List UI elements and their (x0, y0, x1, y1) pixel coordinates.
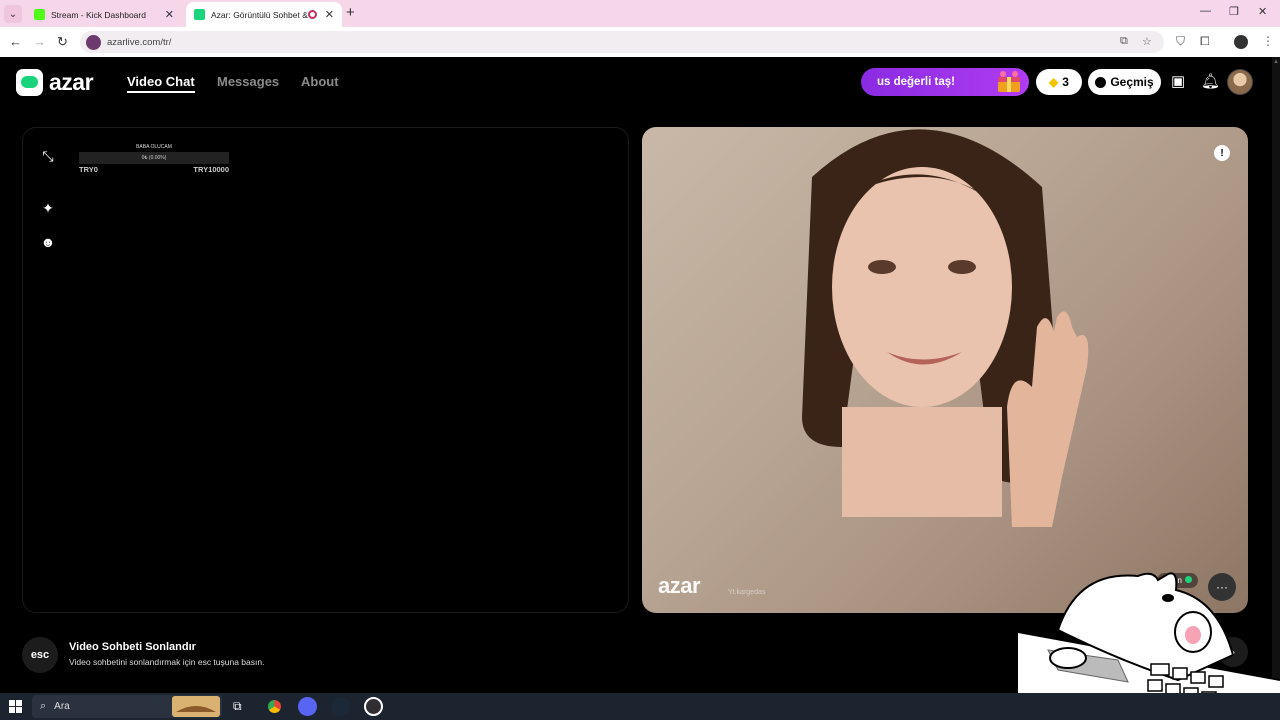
browser-toolbar: ← → ↻ azarlive.com/tr/ ⧉ ☆ ⛉ ⧠ ⋮ (0, 27, 1280, 57)
site-info-icon[interactable] (86, 34, 101, 50)
end-chat-description: Video sohbetini sonlandırmak için esc tu… (69, 657, 265, 667)
watermark-subtext: Yt.kargedas (728, 589, 766, 596)
user-avatar[interactable] (1227, 69, 1253, 95)
install-app-icon[interactable]: ⧉ (1120, 35, 1128, 48)
close-tab-icon[interactable]: ✕ (165, 8, 174, 21)
steam-taskbar-icon[interactable] (331, 697, 350, 716)
azar-logo[interactable]: azar (16, 69, 94, 96)
azar-logo-icon (16, 69, 43, 96)
nav-video-chat[interactable]: Video Chat (127, 74, 195, 93)
peer-video-panel: ! azar Yt.kargedas aşkın ··· (642, 127, 1248, 613)
goal-range: TRY0 TRY10000 (79, 165, 229, 174)
windows-start-icon[interactable] (9, 700, 22, 713)
gem-balance-button[interactable]: ◆ 3 (1036, 69, 1082, 95)
back-icon[interactable]: ← (9, 34, 22, 49)
face-filter-icon[interactable]: ☻ (39, 233, 57, 251)
chrome-taskbar-icon[interactable] (265, 697, 284, 716)
azar-favicon-icon (194, 9, 205, 20)
nav-about[interactable]: About (301, 74, 339, 89)
discord-taskbar-icon[interactable] (298, 697, 317, 716)
promo-text: us değerli taş! (877, 76, 955, 88)
windows-taskbar: ⌕ Ara ⧉ (0, 693, 1280, 720)
minimize-video-icon[interactable]: ⤡ (39, 147, 57, 165)
search-highlight-image (172, 696, 220, 717)
magic-wand-icon[interactable]: ✦ (39, 199, 57, 217)
history-label: Geçmiş (1110, 75, 1154, 89)
esc-key-badge[interactable]: esc (22, 637, 58, 673)
taskbar-search-input[interactable]: ⌕ Ara (32, 695, 222, 718)
more-menu-icon[interactable]: ⋮ (1262, 34, 1274, 48)
end-chat-title: Video Sohbeti Sonlandır (69, 641, 196, 653)
profile-avatar-icon[interactable] (1234, 35, 1248, 49)
task-view-icon[interactable]: ⧉ (233, 699, 242, 714)
goal-min: TRY0 (79, 165, 98, 174)
obs-taskbar-icon[interactable] (364, 697, 383, 716)
close-tab-icon[interactable]: ✕ (325, 8, 334, 21)
browser-tab-bar: ⌄ Stream - Kick Dashboard ✕ Azar: Görünt… (0, 0, 1280, 27)
bookmark-star-icon[interactable]: ☆ (1142, 35, 1152, 48)
tab-kick-dashboard[interactable]: Stream - Kick Dashboard ✕ (26, 2, 182, 27)
gem-icon: ◆ (1049, 75, 1059, 89)
url-text: azarlive.com/tr/ (107, 36, 172, 48)
nav-messages[interactable]: Messages (217, 74, 279, 89)
goal-title: BABA OLUCAM (136, 144, 172, 150)
gem-promo-banner[interactable]: us değerli taş! (861, 68, 1029, 96)
goal-progress-bar: 0₺ (0.00%) (79, 152, 229, 164)
extensions-puzzle-icon[interactable]: ⧠ (1200, 34, 1210, 49)
kick-favicon-icon (34, 9, 45, 20)
restore-icon[interactable]: ❐ (1229, 5, 1239, 18)
search-icon: ⌕ (40, 700, 47, 712)
shield-extension-icon[interactable]: ⛉ (1176, 34, 1185, 49)
tab-title: Stream - Kick Dashboard (51, 9, 146, 20)
minimize-icon[interactable]: — (1200, 5, 1211, 17)
address-bar[interactable]: azarlive.com/tr/ ⧉ ☆ (80, 31, 1164, 53)
forward-icon[interactable]: → (33, 34, 46, 49)
close-window-icon[interactable]: ✕ (1258, 5, 1267, 18)
gem-count: 3 (1062, 75, 1069, 89)
donation-goal-overlay: BABA OLUCAM 0₺ (0.00%) TRY0 TRY10000 (79, 144, 229, 174)
raised-hand-shape (1007, 311, 1089, 527)
self-video-panel: ⤡ ✦ ☻ BABA OLUCAM 0₺ (0.00%) TRY0 TRY100… (22, 127, 629, 613)
store-icon[interactable]: ▣ (1171, 72, 1185, 90)
tab-search-icon[interactable]: ⌄ (4, 5, 22, 23)
notification-bell-icon[interactable]: 🔔︎ (1201, 72, 1220, 90)
azar-watermark: azar (658, 573, 701, 598)
tab-title: Azar: Görüntülü Sohbet & V (211, 9, 308, 20)
scroll-up-icon[interactable]: ▲ (1273, 59, 1279, 65)
logo-text: azar (49, 69, 94, 95)
gift-chest-icon (998, 71, 1020, 92)
goal-max: TRY10000 (193, 165, 229, 174)
recording-icon (307, 10, 317, 19)
tab-azar[interactable]: Azar: Görüntülü Sohbet & V ✕ (186, 2, 342, 27)
history-button[interactable]: Geçmiş (1088, 69, 1161, 95)
new-tab-button[interactable]: + (346, 4, 355, 21)
clock-icon (1095, 76, 1107, 88)
report-icon[interactable]: ! (1214, 145, 1230, 161)
reload-icon[interactable]: ↻ (57, 34, 68, 50)
search-placeholder: Ara (54, 701, 70, 712)
